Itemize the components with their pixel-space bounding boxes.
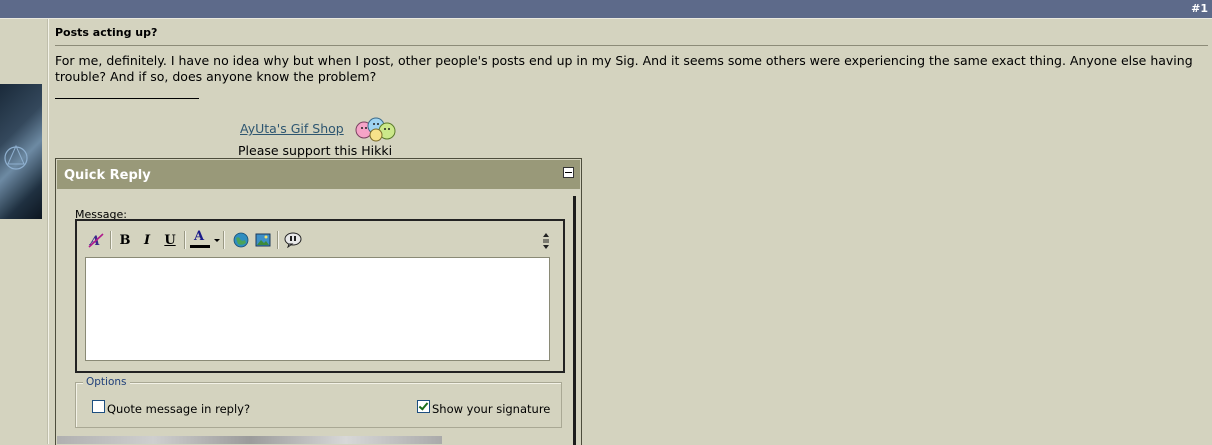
signature-text: Please support this Hikki xyxy=(238,143,393,158)
user-info-column xyxy=(0,19,48,444)
quick-reply-body: Message: A B I U A xyxy=(63,196,576,445)
message-textarea[interactable] xyxy=(85,257,550,361)
quote-message-checkbox[interactable] xyxy=(92,400,105,413)
avatar xyxy=(0,84,42,219)
chevron-down-icon xyxy=(214,239,220,242)
quick-reply-panel: Quick Reply Message: A B I U A xyxy=(55,158,582,445)
collapse-icon[interactable] xyxy=(563,167,574,178)
font-color-letter: A xyxy=(194,229,205,244)
resize-editor-icon[interactable] xyxy=(542,232,550,250)
italic-button[interactable]: I xyxy=(137,230,157,250)
bold-button[interactable]: B xyxy=(115,230,135,250)
font-color-swatch xyxy=(190,245,210,248)
show-signature-label: Show your signature xyxy=(432,402,551,416)
signature-divider xyxy=(55,98,199,99)
insert-image-icon[interactable] xyxy=(253,230,273,250)
options-legend: Options xyxy=(83,376,130,388)
partial-image-below xyxy=(57,436,442,444)
gif-shop-link[interactable]: AyUta's Gif Shop xyxy=(240,121,344,136)
avatar-emblem-icon xyxy=(4,144,28,170)
show-signature-checkbox[interactable] xyxy=(417,400,430,413)
smiley-group-icon[interactable] xyxy=(354,116,398,142)
remove-format-icon[interactable]: A xyxy=(86,230,106,250)
post-body: For me, definitely. I have no idea why b… xyxy=(55,53,1193,84)
editor-toolbar: A B I U A xyxy=(78,222,562,257)
quick-reply-header: Quick Reply xyxy=(57,160,580,189)
quote-icon[interactable] xyxy=(283,230,303,250)
post-header-bar: #1 xyxy=(0,0,1212,19)
quote-message-label: Quote message in reply? xyxy=(107,402,251,416)
font-color-button[interactable]: A xyxy=(189,229,220,250)
quick-reply-title: Quick Reply xyxy=(64,168,151,183)
post-title: Posts acting up? xyxy=(55,26,158,39)
column-divider xyxy=(48,19,49,444)
options-fieldset: Options Quote message in reply? Show you… xyxy=(75,376,562,428)
message-editor: A B I U A xyxy=(75,219,565,373)
title-divider xyxy=(55,45,1208,46)
underline-button[interactable]: U xyxy=(160,230,180,250)
post-number-link[interactable]: #1 xyxy=(1191,2,1208,15)
insert-link-icon[interactable] xyxy=(231,230,251,250)
